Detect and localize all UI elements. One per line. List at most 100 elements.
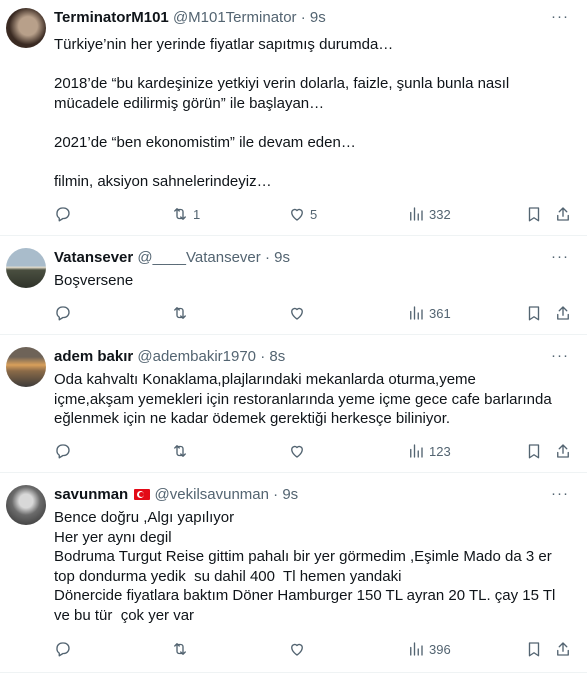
share-icon	[557, 642, 569, 656]
tweet-actions: 396	[54, 639, 579, 659]
reply-icon	[56, 642, 70, 657]
separator-dot: ·	[300, 9, 306, 26]
retweet-button[interactable]: 1	[171, 204, 200, 224]
more-options-icon[interactable]: ···	[551, 485, 569, 502]
display-name[interactable]: savunman	[54, 486, 128, 503]
tweet-header: savunman @vekilsavunman · 9s	[54, 485, 298, 505]
tweet-line: eğlenmek için ne kadar ödemek gerektiği …	[54, 410, 451, 427]
tweet-text: Türkiye’nin her yerinde fiyatlar sapıtmı…	[54, 35, 576, 191]
retweet-icon	[174, 208, 186, 220]
user-handle[interactable]: @____Vatansever	[137, 249, 260, 266]
more-options-icon[interactable]: ···	[551, 347, 569, 364]
reply-icon	[56, 306, 70, 321]
separator-dot: ·	[273, 486, 279, 503]
bar-chart-icon	[410, 207, 423, 221]
bookmark-icon	[528, 207, 540, 222]
tweet-header: adem bakır @adembakir1970 · 8s	[54, 347, 285, 367]
avatar[interactable]	[6, 8, 46, 48]
reply-button[interactable]	[54, 441, 76, 461]
retweet-button[interactable]	[171, 639, 193, 659]
bar-chart-icon	[410, 642, 423, 656]
bookmark-button[interactable]	[525, 303, 543, 323]
tweet-text: Bence doğru ,Algı yapılıyor Her yer aynı…	[54, 508, 576, 625]
tweet-line: Oda kahvaltı Konaklama,plajlarındaki mek…	[54, 371, 476, 388]
timestamp[interactable]: 9s	[274, 249, 290, 266]
tweet[interactable]: TerminatorM101 @M101Terminator · 9s ··· …	[0, 0, 587, 236]
timestamp[interactable]: 8s	[269, 348, 285, 365]
tweet-line: Her yer aynı degil	[54, 528, 172, 546]
more-options-icon[interactable]: ···	[551, 8, 569, 25]
share-button[interactable]	[554, 303, 572, 323]
tweet[interactable]: savunman @vekilsavunman · 9s ··· Bence d…	[0, 473, 587, 673]
tweet-actions: 361	[54, 303, 579, 323]
like-button[interactable]	[288, 441, 310, 461]
heart-icon	[291, 445, 303, 458]
heart-icon	[291, 307, 303, 320]
bookmark-icon	[528, 306, 540, 321]
retweet-icon	[174, 445, 186, 457]
more-options-icon[interactable]: ···	[551, 248, 569, 265]
tweet-line	[54, 55, 576, 75]
turkey-flag-icon	[134, 489, 151, 500]
tweet-line: Türkiye’nin her yerinde fiyatlar sapıtmı…	[54, 36, 394, 53]
tweet-text: Oda kahvaltı Konaklama,plajlarındaki mek…	[54, 370, 576, 429]
tweet[interactable]: adem bakır @adembakir1970 · 8s ··· Oda k…	[0, 335, 587, 473]
bookmark-button[interactable]	[525, 441, 543, 461]
like-button[interactable]	[288, 639, 310, 659]
tweet-line: içme,akşam yemekleri için restoranlarınd…	[54, 390, 552, 408]
bookmark-icon	[528, 642, 540, 657]
tweet-actions: 1 5 332	[54, 204, 579, 224]
retweet-button[interactable]	[171, 303, 193, 323]
tweet-line: Boşversene	[54, 272, 134, 289]
retweet-icon	[174, 643, 186, 655]
retweet-button[interactable]	[171, 441, 193, 461]
share-icon	[557, 444, 569, 458]
retweet-icon	[174, 307, 186, 319]
like-button[interactable]: 5	[288, 204, 317, 224]
avatar[interactable]	[6, 248, 46, 288]
heart-icon	[291, 208, 303, 221]
tweet-line	[54, 113, 576, 133]
avatar[interactable]	[6, 347, 46, 387]
views-button[interactable]: 123	[407, 441, 451, 461]
view-count: 396	[429, 641, 451, 657]
reply-button[interactable]	[54, 204, 76, 224]
user-handle[interactable]: @adembakir1970	[137, 348, 256, 365]
reply-button[interactable]	[54, 303, 76, 323]
share-icon	[557, 207, 569, 221]
bookmark-button[interactable]	[525, 639, 543, 659]
user-handle[interactable]: @M101Terminator	[173, 9, 297, 26]
tweet-header: Vatansever @____Vatansever · 9s	[54, 248, 290, 268]
display-name[interactable]: Vatansever	[54, 249, 133, 266]
timestamp[interactable]: 9s	[282, 486, 298, 503]
like-button[interactable]	[288, 303, 310, 323]
display-name[interactable]: adem bakır	[54, 348, 133, 365]
display-name[interactable]: TerminatorM101	[54, 9, 169, 26]
tweet-line: Bence doğru ,Algı yapılıyor	[54, 509, 235, 526]
separator-dot: ·	[260, 348, 266, 365]
bookmark-icon	[528, 444, 540, 459]
share-button[interactable]	[554, 639, 572, 659]
tweet-line: Bodruma Turgut Reise gittim pahalı bir y…	[54, 548, 552, 565]
tweet-line: top dondurma yedik su dahil 400 Tl hemen…	[54, 567, 402, 585]
tweet-line: 2018’de “bu kardeşinize yetkiyi verin do…	[54, 75, 510, 92]
tweet-line: Dönercide fiyatlara baktım Döner Hamburg…	[54, 587, 556, 604]
avatar[interactable]	[6, 485, 46, 525]
like-count: 5	[310, 206, 318, 222]
bookmark-button[interactable]	[525, 204, 543, 224]
view-count: 332	[429, 206, 451, 222]
views-button[interactable]: 332	[407, 204, 451, 224]
view-count: 361	[429, 305, 451, 321]
share-icon	[557, 306, 569, 320]
retweet-count: 1	[193, 206, 201, 222]
tweet-line: ve bu tür çok yer var	[54, 606, 195, 624]
views-button[interactable]: 361	[407, 303, 451, 323]
views-button[interactable]: 396	[407, 639, 451, 659]
reply-button[interactable]	[54, 639, 76, 659]
timestamp[interactable]: 9s	[310, 9, 326, 26]
share-button[interactable]	[554, 441, 572, 461]
user-handle[interactable]: @vekilsavunman	[155, 486, 269, 503]
tweet[interactable]: Vatansever @____Vatansever · 9s ··· Boşv…	[0, 236, 587, 335]
bar-chart-icon	[410, 444, 423, 458]
share-button[interactable]	[554, 204, 572, 224]
